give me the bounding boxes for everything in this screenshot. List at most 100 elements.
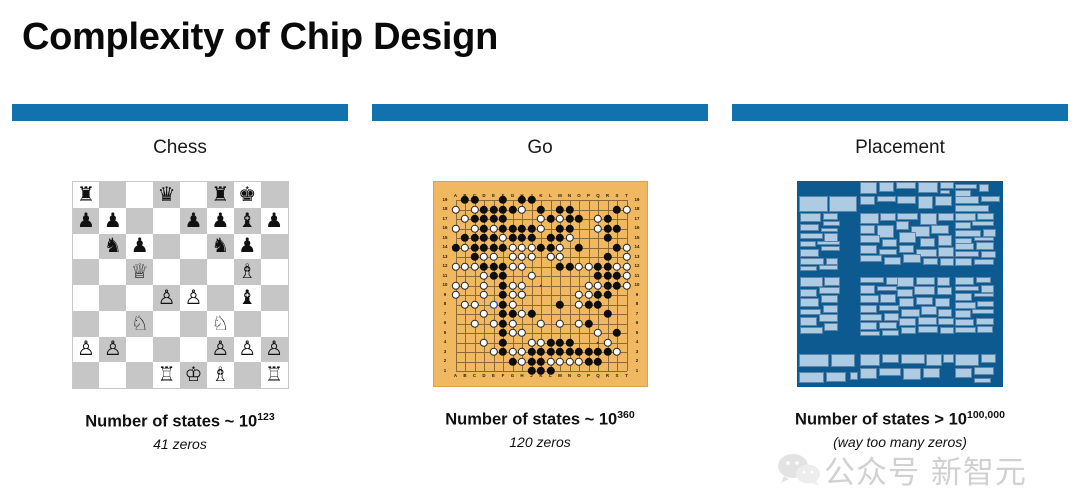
go-stone-black [527,224,536,233]
placement-block [820,295,838,304]
chess-square-d6 [153,233,180,260]
go-stone-white [517,205,527,214]
go-stone-black [574,214,584,224]
go-stone-black [508,357,517,366]
go-stone-white [517,243,527,252]
go-column-label: M [558,373,562,378]
chess-square-h7: ♟ [260,207,288,234]
placement-block [936,276,951,286]
go-column-label: S [615,193,619,198]
placement-block [926,353,942,366]
go-stone-black [508,224,517,233]
go-stone-white [546,357,555,366]
chess-piece-black-bishop: ♝ [238,209,257,232]
chess-piece-black-knight: ♞ [211,235,230,258]
go-stone-black [555,347,565,357]
caption-exponent-go: 360 [617,409,635,421]
caption-prefix-go: Number of states ~ 10 [445,410,618,429]
go-stone-white [546,252,555,262]
go-stone-black [612,205,622,214]
placement-block [825,372,847,382]
go-column-label: C [472,193,477,198]
chess-square-f8: ♜ [206,182,234,208]
go-row-label: 4 [443,339,447,345]
go-stone-black [527,357,536,366]
caption-sub-placement: (way too many zeros) [833,433,967,450]
go-stone-white [479,309,489,319]
chess-square-a8: ♜ [72,182,100,208]
go-stone-black [565,262,574,271]
go-stone-white [460,214,470,224]
chess-square-h3 [260,310,288,337]
placement-block [800,240,816,248]
chess-square-c4 [126,285,154,311]
go-stone-white [593,328,603,338]
go-stone-black [498,328,508,338]
go-row-label: 7 [635,310,639,316]
go-stone-white [574,290,584,300]
chess-piece-white-pawn: ♙ [157,286,176,309]
go-stone-black [574,243,584,252]
go-stone-white [517,357,527,366]
go-column-label: K [539,193,543,198]
placement-block [895,182,917,189]
placement-block [831,353,855,368]
placement-block [955,276,975,285]
placement-block [916,276,935,285]
placement-block [977,300,995,308]
placement-block [878,182,895,192]
watermark-text: 公众号 新智元 [824,454,1027,491]
placement-block [798,195,828,212]
placement-block [800,248,820,257]
placement-block [980,251,997,259]
chess-square-e3 [180,310,207,337]
placement-block [938,235,952,247]
chess-square-b2: ♙ [99,336,127,363]
chess-square-e4: ♙ [180,285,207,311]
chess-square-b8 [99,182,127,208]
go-stone-black [565,214,574,224]
placement-block [955,212,976,221]
chess-square-e2 [180,336,207,363]
go-column-label: S [615,373,619,378]
go-stone-white [460,281,470,290]
placement-block [940,258,954,267]
go-stone-black [489,243,498,252]
chess-piece-white-pawn: ♙ [76,338,95,361]
chess-piece-black-pawn: ♟ [130,235,149,258]
placement-block [859,224,876,235]
go-stone-black [612,281,622,290]
go-stone-black [584,300,593,309]
column-title-placement: Placement [855,137,945,158]
go-stone-black [498,262,508,271]
go-stone-black [593,262,603,271]
chess-piece-white-pawn: ♙ [184,286,203,309]
go-column-label: D [482,373,486,378]
chess-square-c6: ♟ [126,233,154,260]
chess-square-g7: ♝ [233,207,261,234]
go-stone-white [612,347,622,357]
go-column-label: L [549,373,552,378]
placement-block [900,353,925,365]
placement-block [902,368,922,381]
go-column-label: Q [596,193,600,198]
go-column-label: H [520,373,524,378]
go-stone-black [546,338,555,347]
go-board: A A B B C C D D E E F F G G H H J J K K L L M M N N O O P P Q Q R R S S T T 19… [432,181,648,387]
chess-piece-black-queen: ♛ [157,183,176,206]
go-row-label: 10 [634,282,640,288]
chess-piece-white-king: ♔ [184,364,203,387]
chess-piece-black-bishop: ♝ [238,286,257,309]
go-stone-black [546,347,555,357]
caption-main-chess: Number of states ~ 10123 [12,411,348,432]
placement-block [800,212,821,223]
go-stone-black [603,214,612,224]
go-stone-black [536,357,546,366]
go-stone-black [527,233,536,243]
go-stone-white [517,309,527,319]
chess-square-e8 [180,182,207,208]
go-row-label: 15 [442,234,448,240]
chess-square-c3: ♘ [126,310,154,337]
go-grid [451,195,631,376]
placement-block [897,212,918,220]
